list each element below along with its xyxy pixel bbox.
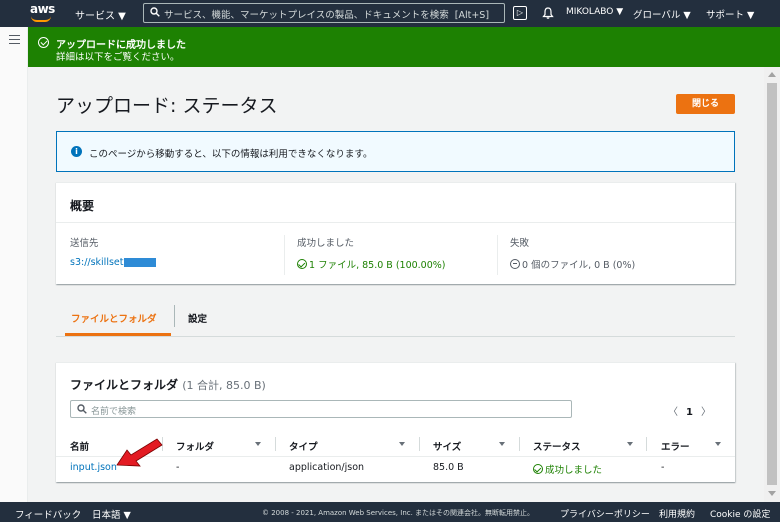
flash-message: 詳細は以下をご覧ください。 xyxy=(56,52,180,63)
column-header-folder[interactable]: フォルダ xyxy=(176,439,214,453)
column-divider xyxy=(275,437,276,451)
summary-panel: 概要 送信先 s3://skillset 成功しました 1 ファイル, 85.0… xyxy=(56,182,735,284)
success-flashbar: アップロードに成功しました 詳細は以下をご覧ください。 xyxy=(28,27,780,67)
scroll-up-icon[interactable] xyxy=(768,72,776,77)
column-divider xyxy=(646,437,647,451)
cloudshell-icon[interactable]: ▷ xyxy=(513,6,527,20)
redacted-bucket-name xyxy=(124,258,157,267)
footer: フィードバック 日本語 ▼ © 2008 - 2021, Amazon Web … xyxy=(0,502,780,522)
tab-divider xyxy=(174,305,175,327)
bell-icon[interactable] xyxy=(541,6,555,20)
summary-heading: 概要 xyxy=(70,199,95,213)
info-alert: i このページから移動すると、以下の情報は利用できなくなります。 xyxy=(56,131,735,172)
feedback-link[interactable]: フィードバック xyxy=(15,507,81,521)
tab-settings[interactable]: 設定 xyxy=(188,311,207,325)
side-navigation-rail xyxy=(0,27,28,502)
failed-column: 失敗 0 個のファイル, 0 B (0%) xyxy=(497,235,635,275)
file-type: application/json xyxy=(289,462,365,473)
search-icon xyxy=(150,7,160,17)
scroll-down-icon[interactable] xyxy=(768,491,776,496)
column-header-error[interactable]: エラー xyxy=(661,439,690,453)
failed-label: 失敗 xyxy=(510,238,530,249)
search-placeholder: サービス、機能、マーケットプレイスの製品、ドキュメントを検索 xyxy=(164,10,449,21)
destination-column: 送信先 s3://skillset xyxy=(70,235,157,268)
info-icon: i xyxy=(71,146,82,157)
success-check-icon xyxy=(297,259,307,269)
column-header-type[interactable]: タイプ xyxy=(289,439,318,453)
success-check-icon xyxy=(533,464,543,474)
sort-caret-icon[interactable] xyxy=(399,442,405,446)
column-header-name[interactable]: 名前 xyxy=(70,439,89,453)
column-header-size[interactable]: サイズ xyxy=(433,439,461,453)
region-menu[interactable]: グローバル ▼ xyxy=(633,7,691,21)
aws-logo-text: aws xyxy=(30,2,55,16)
sort-caret-icon[interactable] xyxy=(255,442,261,446)
summary-divider xyxy=(56,222,735,223)
page-number[interactable]: 1 xyxy=(686,407,693,418)
previous-page-icon[interactable]: 〈 xyxy=(668,407,678,418)
files-heading: ファイルとフォルダ (1 合計, 85.0 B) xyxy=(70,378,266,392)
destination-link[interactable]: s3://skillset xyxy=(70,257,157,268)
column-header-status[interactable]: ステータス xyxy=(533,439,581,453)
tab-bar: ファイルとフォルダ 設定 xyxy=(56,294,735,337)
column-divider xyxy=(419,437,420,451)
account-menu[interactable]: MIKOLABO ▼ xyxy=(566,7,623,17)
column-divider xyxy=(519,437,520,451)
sort-caret-icon[interactable] xyxy=(499,442,505,446)
cookie-settings-link[interactable]: Cookie の設定 xyxy=(710,507,770,520)
page-scrollbar[interactable] xyxy=(764,67,780,502)
copyright-text: © 2008 - 2021, Amazon Web Services, Inc.… xyxy=(262,509,535,517)
file-name-link[interactable]: input.json xyxy=(70,462,117,473)
menu-icon[interactable] xyxy=(9,35,20,44)
succeeded-label: 成功しました xyxy=(297,238,355,249)
name-search-input[interactable]: 名前で検索 xyxy=(70,400,572,418)
tab-files-and-folders[interactable]: ファイルとフォルダ xyxy=(71,311,157,325)
sort-caret-icon[interactable] xyxy=(715,442,721,446)
aws-logo[interactable]: aws xyxy=(30,1,60,25)
active-tab-indicator xyxy=(65,333,171,336)
search-shortcut: [Alt+S] xyxy=(454,10,490,21)
destination-label: 送信先 xyxy=(70,238,99,249)
global-search-input[interactable]: サービス、機能、マーケットプレイスの製品、ドキュメントを検索 [Alt+S] xyxy=(143,3,505,23)
language-selector[interactable]: 日本語 ▼ xyxy=(92,507,131,521)
succeeded-value: 1 ファイル, 85.0 B (100.00%) xyxy=(309,260,446,271)
sort-caret-icon[interactable] xyxy=(627,442,633,446)
files-count: (1 合計, 85.0 B) xyxy=(182,379,266,392)
top-navigation: aws サービス ▼ サービス、機能、マーケットプレイスの製品、ドキュメントを検… xyxy=(0,0,780,27)
failed-value: 0 個のファイル, 0 B (0%) xyxy=(522,260,636,271)
support-menu[interactable]: サポート ▼ xyxy=(706,7,754,21)
info-text: このページから移動すると、以下の情報は利用できなくなります。 xyxy=(89,149,373,160)
file-status: 成功しました xyxy=(533,462,602,476)
success-check-icon xyxy=(38,37,49,48)
name-search-placeholder: 名前で検索 xyxy=(91,407,137,417)
page-title: アップロード: ステータス xyxy=(56,95,278,117)
next-page-icon[interactable]: 〉 xyxy=(701,407,711,418)
red-arrow-icon xyxy=(116,438,163,467)
aws-smile-icon xyxy=(31,16,51,22)
file-folder: - xyxy=(176,462,180,473)
search-icon xyxy=(77,404,87,414)
succeeded-column: 成功しました 1 ファイル, 85.0 B (100.00%) xyxy=(284,235,446,275)
privacy-policy-link[interactable]: プライバシーポリシー xyxy=(560,507,650,520)
minus-circle-icon xyxy=(510,259,520,269)
services-menu[interactable]: サービス ▼ xyxy=(75,7,126,22)
scroll-thumb[interactable] xyxy=(767,83,777,485)
file-size: 85.0 B xyxy=(433,462,464,473)
terms-link[interactable]: 利用規約 xyxy=(659,507,695,520)
pagination: 〈 1 〉 xyxy=(668,403,711,418)
file-error: - xyxy=(661,462,665,473)
close-button[interactable]: 閉じる xyxy=(676,94,735,114)
